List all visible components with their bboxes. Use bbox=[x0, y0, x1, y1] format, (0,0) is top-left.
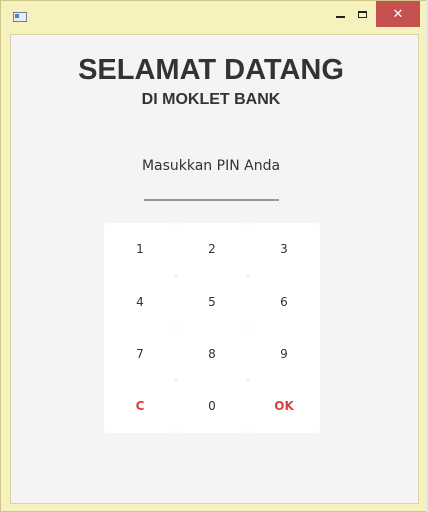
ok-button[interactable]: OK bbox=[248, 380, 320, 432]
keypad-grid-dot bbox=[247, 431, 249, 433]
key-3[interactable]: 3 bbox=[248, 223, 320, 275]
keypad-grid-dot bbox=[247, 223, 249, 225]
keypad: 1 2 3 4 5 6 7 8 9 C 0 OK bbox=[104, 223, 320, 433]
key-0[interactable]: 0 bbox=[176, 380, 248, 432]
keypad-grid-dot bbox=[175, 327, 177, 329]
key-1[interactable]: 1 bbox=[104, 223, 176, 275]
app-window: ✕ SELAMAT DATANG DI MOKLET BANK Masukkan… bbox=[0, 0, 428, 512]
keypad-grid-dot bbox=[247, 275, 249, 277]
close-button[interactable]: ✕ bbox=[376, 1, 420, 27]
pin-label: Masukkan PIN Anda bbox=[141, 158, 281, 174]
app-icon bbox=[13, 12, 27, 22]
keypad-grid-dot bbox=[175, 431, 177, 433]
keypad-grid-dot bbox=[175, 379, 177, 381]
title-bar[interactable]: ✕ bbox=[1, 1, 427, 33]
key-2[interactable]: 2 bbox=[176, 223, 248, 275]
page-title: SELAMAT DATANG bbox=[78, 54, 344, 86]
key-4[interactable]: 4 bbox=[104, 276, 176, 328]
maximize-button[interactable] bbox=[347, 1, 377, 27]
pin-input[interactable] bbox=[144, 176, 279, 201]
keypad-grid-dot bbox=[175, 223, 177, 225]
keypad-grid-dot bbox=[247, 327, 249, 329]
key-5[interactable]: 5 bbox=[176, 276, 248, 328]
key-9[interactable]: 9 bbox=[248, 328, 320, 380]
key-8[interactable]: 8 bbox=[176, 328, 248, 380]
keypad-grid-dot bbox=[175, 275, 177, 277]
maximize-icon bbox=[357, 10, 367, 18]
key-6[interactable]: 6 bbox=[248, 276, 320, 328]
key-7[interactable]: 7 bbox=[104, 328, 176, 380]
keypad-grid-dot bbox=[247, 379, 249, 381]
close-icon: ✕ bbox=[392, 6, 404, 21]
page-subtitle: DI MOKLET BANK bbox=[141, 91, 281, 108]
minimize-icon bbox=[335, 15, 345, 18]
clear-button[interactable]: C bbox=[104, 380, 176, 432]
